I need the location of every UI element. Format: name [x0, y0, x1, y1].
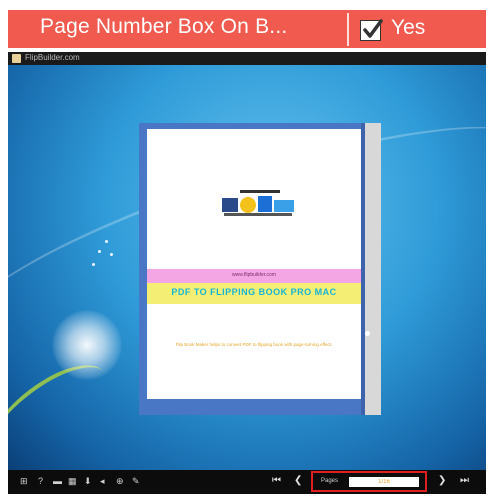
next-page-button[interactable]: ❯: [438, 475, 446, 487]
share-icon[interactable]: ✎: [132, 476, 140, 486]
yes-label: Yes: [391, 16, 426, 39]
book-url: www.flipbuilder.com: [232, 272, 276, 278]
flipbook-viewer-window: FlipBuilder.com www.flipbuilder.com PDF …: [8, 52, 486, 494]
background-stage: www.flipbuilder.com PDF TO FLIPPING BOOK…: [8, 65, 486, 470]
book-description: Flip Book Maker helps to convert PDF to …: [175, 342, 333, 347]
checkmark-icon: [363, 19, 383, 38]
page-turn-handle[interactable]: [365, 331, 370, 336]
help-icon[interactable]: ?: [38, 476, 43, 486]
pages-label: Pages: [321, 478, 339, 484]
zoom-icon[interactable]: ⊕: [116, 476, 124, 486]
previous-page-button[interactable]: ❮: [294, 475, 302, 487]
setting-banner: Page Number Box On B... Yes: [8, 10, 486, 48]
print-icon[interactable]: ▬: [53, 476, 62, 486]
url-band: www.flipbuilder.com: [147, 269, 361, 283]
download-icon[interactable]: ⬇: [84, 476, 92, 486]
first-page-button[interactable]: ⏮: [272, 475, 281, 487]
seed-dot: [105, 240, 108, 243]
yes-checkbox[interactable]: [360, 19, 383, 41]
thumbnails-icon[interactable]: ⊞: [20, 476, 28, 486]
page-number-input[interactable]: [349, 477, 419, 487]
window-titlebar: FlipBuilder.com: [8, 52, 486, 65]
bottom-toolbar: ⊞ ? ▬ ▦ ⬇ ◂ ⊕ ✎ ⏮ ❮ Pages ❯ ⏭: [8, 470, 486, 494]
flipbook[interactable]: www.flipbuilder.com PDF TO FLIPPING BOOK…: [139, 123, 381, 415]
book-right-page-edge: [365, 123, 381, 415]
seed-dot: [98, 250, 101, 253]
table-of-contents-icon[interactable]: ▦: [68, 476, 77, 486]
banner-divider: [347, 13, 349, 46]
book-heading: PDF TO FLIPPING BOOK PRO MAC: [171, 287, 337, 297]
page-number-box: Pages: [311, 471, 427, 492]
sound-icon[interactable]: ◂: [100, 476, 105, 486]
flipbuilder-logo-icon: [222, 190, 294, 216]
seed-dot: [92, 263, 95, 266]
setting-title: Page Number Box On B...: [40, 15, 288, 38]
dandelion-image: [52, 310, 122, 380]
last-page-button[interactable]: ⏭: [460, 475, 469, 487]
title-band: PDF TO FLIPPING BOOK PRO MAC: [147, 283, 361, 304]
app-icon: [12, 54, 21, 63]
book-page[interactable]: www.flipbuilder.com PDF TO FLIPPING BOOK…: [147, 129, 361, 399]
window-title: FlipBuilder.com: [25, 53, 80, 62]
seed-dot: [110, 253, 113, 256]
